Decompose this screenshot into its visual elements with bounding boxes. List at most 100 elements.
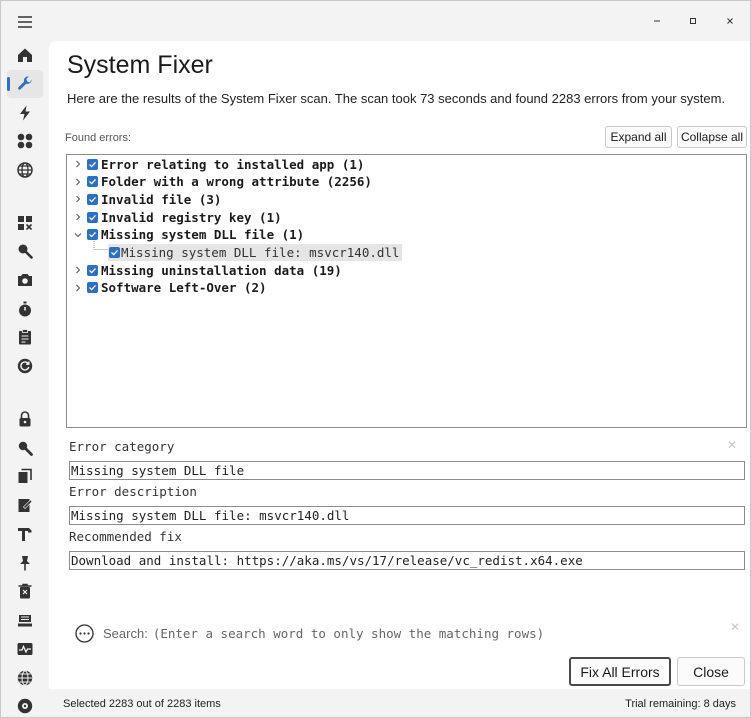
maximize-icon (690, 18, 696, 24)
error-description-label: Error description (69, 484, 197, 499)
tree-row[interactable]: Invalid file (3) (72, 190, 221, 208)
chevron-right-icon[interactable] (72, 158, 84, 170)
sidebar-item-fixer[interactable] (7, 70, 43, 98)
app-window: System Fixer Here are the results of the… (0, 0, 751, 718)
lock-icon (19, 411, 31, 427)
sidebar-item-restore[interactable] (7, 352, 43, 380)
details-close-icon[interactable]: ✕ (727, 438, 737, 452)
checkbox[interactable] (87, 193, 98, 205)
sidebar-item-timer[interactable] (7, 295, 43, 323)
tree-row[interactable]: Folder with a wrong attribute (2256) (72, 173, 372, 191)
sidebar-item-search[interactable] (7, 434, 43, 462)
tree-row[interactable]: Software Left-Over (2) (72, 279, 267, 297)
sidebar-item-apps[interactable] (7, 127, 43, 155)
sidebar-item-report[interactable] (7, 323, 43, 351)
sidebar-item-monitor[interactable] (7, 635, 43, 663)
checkbox[interactable] (87, 211, 98, 223)
tree-row[interactable]: Invalid registry key (1) (72, 208, 282, 226)
collapse-all-button[interactable]: Collapse all (677, 126, 747, 148)
page-title: System Fixer (67, 51, 213, 79)
more-icon[interactable] (75, 623, 94, 643)
search-icon (18, 441, 33, 456)
expand-all-button[interactable]: Expand all (605, 126, 672, 148)
camera-icon (18, 274, 32, 286)
close-button[interactable]: Close (677, 657, 745, 686)
error-category-field[interactable]: Missing system DLL file (69, 461, 745, 480)
apps-icon (17, 133, 33, 149)
found-errors-label: Found errors: (65, 132, 132, 144)
sidebar-item-network[interactable] (7, 664, 43, 692)
window-close-button[interactable] (713, 7, 747, 35)
chevron-right-icon[interactable] (72, 264, 84, 276)
chevron-down-icon[interactable] (72, 229, 84, 241)
errors-tree[interactable]: Error relating to installed app (1) Fold… (66, 154, 747, 428)
recommended-fix-field[interactable]: Download and install: https://aka.ms/vs/… (69, 551, 745, 570)
chevron-right-icon[interactable] (72, 282, 84, 294)
chevron-right-icon[interactable] (72, 211, 84, 223)
chevron-right-icon[interactable] (72, 193, 84, 205)
sidebar-item-tiles[interactable] (7, 209, 43, 237)
status-bar: Selected 2283 out of 2283 items Trial re… (49, 689, 750, 717)
tree-row-label: Folder with a wrong attribute (2256) (101, 174, 372, 190)
sidebar-item-uninstall[interactable] (7, 577, 43, 605)
checkbox[interactable] (87, 282, 98, 294)
check-icon (89, 232, 96, 238)
checkbox[interactable] (109, 247, 120, 258)
maximize-button[interactable] (676, 7, 710, 35)
drive-icon (18, 615, 32, 627)
search-input[interactable] (152, 625, 573, 641)
check-icon (89, 214, 96, 221)
tree-connector (93, 241, 108, 250)
tree-row-label: Missing system DLL file (1) (101, 227, 305, 243)
sidebar-item-internet[interactable] (7, 156, 43, 184)
sidebar-item-editor[interactable] (7, 491, 43, 519)
fix-all-errors-button[interactable]: Fix All Errors (569, 657, 671, 686)
sidebar-item-tools[interactable] (7, 520, 43, 548)
tree-row-label: Invalid file (3) (101, 191, 222, 207)
sidebar-item-disk[interactable] (7, 692, 43, 717)
check-icon (89, 267, 96, 274)
pulse-icon (17, 643, 33, 655)
checkbox[interactable] (87, 176, 98, 188)
minimize-button[interactable] (640, 7, 674, 35)
bolt-icon (20, 105, 30, 121)
edit-icon (18, 499, 33, 512)
checkbox[interactable] (87, 264, 98, 276)
hammer-icon (18, 528, 32, 541)
sidebar-item-drives[interactable] (7, 606, 43, 634)
sidebar-item-finder[interactable] (7, 237, 43, 265)
title-bar (49, 1, 750, 41)
tree-row-label: Software Left-Over (2) (101, 280, 267, 296)
minimize-icon (654, 20, 660, 22)
tree-row-child[interactable]: Missing system DLL file: msvcr140.dll (108, 244, 403, 262)
tree-row-label: Missing uninstallation data (19) (101, 262, 342, 278)
menu-button[interactable] (7, 8, 43, 36)
sidebar-item-snapshot[interactable] (7, 266, 43, 294)
checkbox[interactable] (87, 229, 98, 241)
home-icon (18, 48, 32, 62)
error-description-field[interactable]: Missing system DLL file: msvcr140.dll (69, 506, 745, 525)
globe-alt-icon (17, 670, 33, 686)
search-clear-icon[interactable]: ✕ (730, 620, 740, 634)
globe-icon (17, 162, 33, 178)
trial-status: Trial remaining: 8 days (625, 698, 736, 710)
sidebar-item-security[interactable] (7, 405, 43, 433)
sidebar (1, 1, 49, 717)
tree-row[interactable]: Missing uninstallation data (19) (72, 261, 342, 279)
wrench-icon (18, 76, 32, 90)
tree-row[interactable]: Error relating to installed app (1) (72, 155, 364, 173)
recommended-fix-label: Recommended fix (69, 529, 182, 544)
page-description: Here are the results of the System Fixer… (67, 91, 726, 106)
sidebar-item-pin[interactable] (7, 549, 43, 577)
sidebar-item-speed[interactable] (7, 99, 43, 127)
chevron-right-icon[interactable] (72, 176, 84, 188)
selection-status: Selected 2283 out of 2283 items (63, 698, 221, 710)
pin-icon (20, 556, 30, 571)
sidebar-item-duplicates[interactable] (7, 462, 43, 490)
hamburger-icon (18, 16, 32, 28)
checkbox[interactable] (87, 158, 98, 170)
disk-icon (17, 698, 33, 714)
stopwatch-icon (19, 301, 31, 317)
sidebar-item-home[interactable] (7, 41, 43, 69)
tree-row-label: Missing system DLL file: msvcr140.dll (121, 245, 400, 260)
